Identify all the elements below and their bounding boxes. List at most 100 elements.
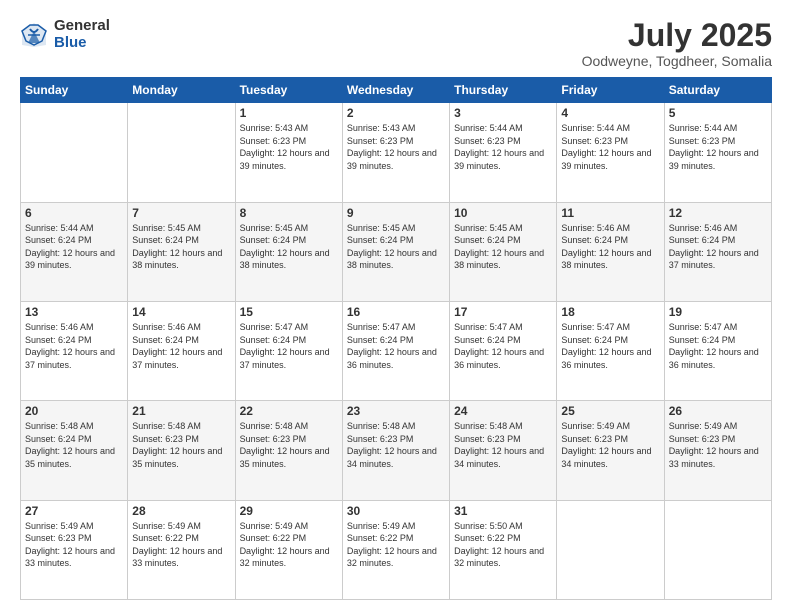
day-number: 21 [132,404,230,418]
cell-info: Sunrise: 5:47 AM Sunset: 6:24 PM Dayligh… [347,321,445,371]
cell-info: Sunrise: 5:45 AM Sunset: 6:24 PM Dayligh… [132,222,230,272]
day-header-friday: Friday [557,78,664,103]
calendar-cell: 9Sunrise: 5:45 AM Sunset: 6:24 PM Daylig… [342,202,449,301]
day-header-wednesday: Wednesday [342,78,449,103]
cell-info: Sunrise: 5:49 AM Sunset: 6:23 PM Dayligh… [669,420,767,470]
cell-info: Sunrise: 5:46 AM Sunset: 6:24 PM Dayligh… [132,321,230,371]
day-number: 13 [25,305,123,319]
logo: General Blue [20,18,110,51]
day-header-monday: Monday [128,78,235,103]
calendar-cell [664,500,771,599]
day-number: 15 [240,305,338,319]
day-number: 20 [25,404,123,418]
calendar-cell: 13 Sunrise: 5:46 AM Sunset: 6:24 PM Dayli… [21,301,128,400]
day-number: 3 [454,106,552,120]
day-number: 8 [240,206,338,220]
calendar-cell: 19 Sunrise: 5:47 AM Sunset: 6:24 PM Dayli… [664,301,771,400]
day-number: 30 [347,504,445,518]
cell-info: Sunrise: 5:44 AM Sunset: 6:23 PM Dayligh… [454,122,552,172]
calendar-cell: 24 Sunrise: 5:48 AM Sunset: 6:23 PM Dayli… [450,401,557,500]
day-number: 29 [240,504,338,518]
calendar-cell: 29 Sunrise: 5:49 AM Sunset: 6:22 PM Dayli… [235,500,342,599]
cell-info: Sunrise: 5:47 AM Sunset: 6:24 PM Dayligh… [454,321,552,371]
calendar-cell: 31 Sunrise: 5:50 AM Sunset: 6:22 PM Dayli… [450,500,557,599]
day-number: 14 [132,305,230,319]
cell-info: Sunrise: 5:47 AM Sunset: 6:24 PM Dayligh… [561,321,659,371]
cell-info: Sunrise: 5:46 AM Sunset: 6:24 PM Dayligh… [25,321,123,371]
calendar-cell: 2Sunrise: 5:43 AM Sunset: 6:23 PM Daylig… [342,103,449,202]
day-number: 6 [25,206,123,220]
calendar-cell: 22 Sunrise: 5:48 AM Sunset: 6:23 PM Dayli… [235,401,342,500]
cell-info: Sunrise: 5:43 AM Sunset: 6:23 PM Dayligh… [347,122,445,172]
day-number: 11 [561,206,659,220]
cell-info: Sunrise: 5:49 AM Sunset: 6:22 PM Dayligh… [347,520,445,570]
location: Oodweyne, Togdheer, Somalia [582,53,772,69]
day-number: 1 [240,106,338,120]
header: General Blue July 2025 Oodweyne, Togdhee… [20,18,772,69]
day-number: 26 [669,404,767,418]
cell-info: Sunrise: 5:45 AM Sunset: 6:24 PM Dayligh… [347,222,445,272]
day-number: 28 [132,504,230,518]
cell-info: Sunrise: 5:48 AM Sunset: 6:24 PM Dayligh… [25,420,123,470]
calendar-cell: 18Sunrise: 5:47 AM Sunset: 6:24 PM Dayli… [557,301,664,400]
day-number: 7 [132,206,230,220]
calendar-cell: 14 Sunrise: 5:46 AM Sunset: 6:24 PM Dayli… [128,301,235,400]
cell-info: Sunrise: 5:43 AM Sunset: 6:23 PM Dayligh… [240,122,338,172]
calendar-cell: 5Sunrise: 5:44 AM Sunset: 6:23 PM Daylig… [664,103,771,202]
calendar-week-row: 13 Sunrise: 5:46 AM Sunset: 6:24 PM Dayli… [21,301,772,400]
calendar-cell: 10Sunrise: 5:45 AM Sunset: 6:24 PM Dayli… [450,202,557,301]
day-number: 31 [454,504,552,518]
cell-info: Sunrise: 5:49 AM Sunset: 6:22 PM Dayligh… [240,520,338,570]
day-number: 22 [240,404,338,418]
page: General Blue July 2025 Oodweyne, Togdhee… [0,0,792,612]
day-number: 23 [347,404,445,418]
cell-info: Sunrise: 5:48 AM Sunset: 6:23 PM Dayligh… [240,420,338,470]
calendar-cell: 1 Sunrise: 5:43 AM Sunset: 6:23 PM Daylig… [235,103,342,202]
logo-text: General Blue [54,18,110,51]
calendar-cell: 3 Sunrise: 5:44 AM Sunset: 6:23 PM Daylig… [450,103,557,202]
calendar-table: SundayMondayTuesdayWednesdayThursdayFrid… [20,77,772,600]
day-number: 16 [347,305,445,319]
day-number: 5 [669,106,767,120]
cell-info: Sunrise: 5:49 AM Sunset: 6:23 PM Dayligh… [561,420,659,470]
calendar-cell: 4 Sunrise: 5:44 AM Sunset: 6:23 PM Daylig… [557,103,664,202]
day-number: 19 [669,305,767,319]
day-number: 4 [561,106,659,120]
calendar-cell: 25Sunrise: 5:49 AM Sunset: 6:23 PM Dayli… [557,401,664,500]
cell-info: Sunrise: 5:48 AM Sunset: 6:23 PM Dayligh… [454,420,552,470]
calendar-cell: 16 Sunrise: 5:47 AM Sunset: 6:24 PM Dayli… [342,301,449,400]
day-number: 12 [669,206,767,220]
calendar-header-row: SundayMondayTuesdayWednesdayThursdayFrid… [21,78,772,103]
calendar-week-row: 6 Sunrise: 5:44 AM Sunset: 6:24 PM Daylig… [21,202,772,301]
calendar-cell: 7 Sunrise: 5:45 AM Sunset: 6:24 PM Daylig… [128,202,235,301]
day-number: 17 [454,305,552,319]
calendar-cell: 20 Sunrise: 5:48 AM Sunset: 6:24 PM Dayli… [21,401,128,500]
calendar-cell [557,500,664,599]
day-header-saturday: Saturday [664,78,771,103]
cell-info: Sunrise: 5:47 AM Sunset: 6:24 PM Dayligh… [669,321,767,371]
calendar-cell: 26 Sunrise: 5:49 AM Sunset: 6:23 PM Dayli… [664,401,771,500]
day-number: 10 [454,206,552,220]
logo-blue-text: Blue [54,35,110,52]
cell-info: Sunrise: 5:50 AM Sunset: 6:22 PM Dayligh… [454,520,552,570]
month-title: July 2025 [582,18,772,53]
calendar-cell: 6 Sunrise: 5:44 AM Sunset: 6:24 PM Daylig… [21,202,128,301]
day-number: 24 [454,404,552,418]
calendar-week-row: 1 Sunrise: 5:43 AM Sunset: 6:23 PM Daylig… [21,103,772,202]
cell-info: Sunrise: 5:44 AM Sunset: 6:23 PM Dayligh… [561,122,659,172]
cell-info: Sunrise: 5:44 AM Sunset: 6:24 PM Dayligh… [25,222,123,272]
calendar-cell: 11Sunrise: 5:46 AM Sunset: 6:24 PM Dayli… [557,202,664,301]
logo-icon [20,21,48,49]
title-block: July 2025 Oodweyne, Togdheer, Somalia [582,18,772,69]
calendar-cell: 27Sunrise: 5:49 AM Sunset: 6:23 PM Dayli… [21,500,128,599]
calendar-cell [21,103,128,202]
day-header-sunday: Sunday [21,78,128,103]
cell-info: Sunrise: 5:49 AM Sunset: 6:22 PM Dayligh… [132,520,230,570]
calendar-cell: 21 Sunrise: 5:48 AM Sunset: 6:23 PM Dayli… [128,401,235,500]
calendar-cell: 15Sunrise: 5:47 AM Sunset: 6:24 PM Dayli… [235,301,342,400]
day-header-thursday: Thursday [450,78,557,103]
cell-info: Sunrise: 5:48 AM Sunset: 6:23 PM Dayligh… [132,420,230,470]
day-number: 27 [25,504,123,518]
logo-general-text: General [54,18,110,35]
calendar-cell: 30 Sunrise: 5:49 AM Sunset: 6:22 PM Dayli… [342,500,449,599]
